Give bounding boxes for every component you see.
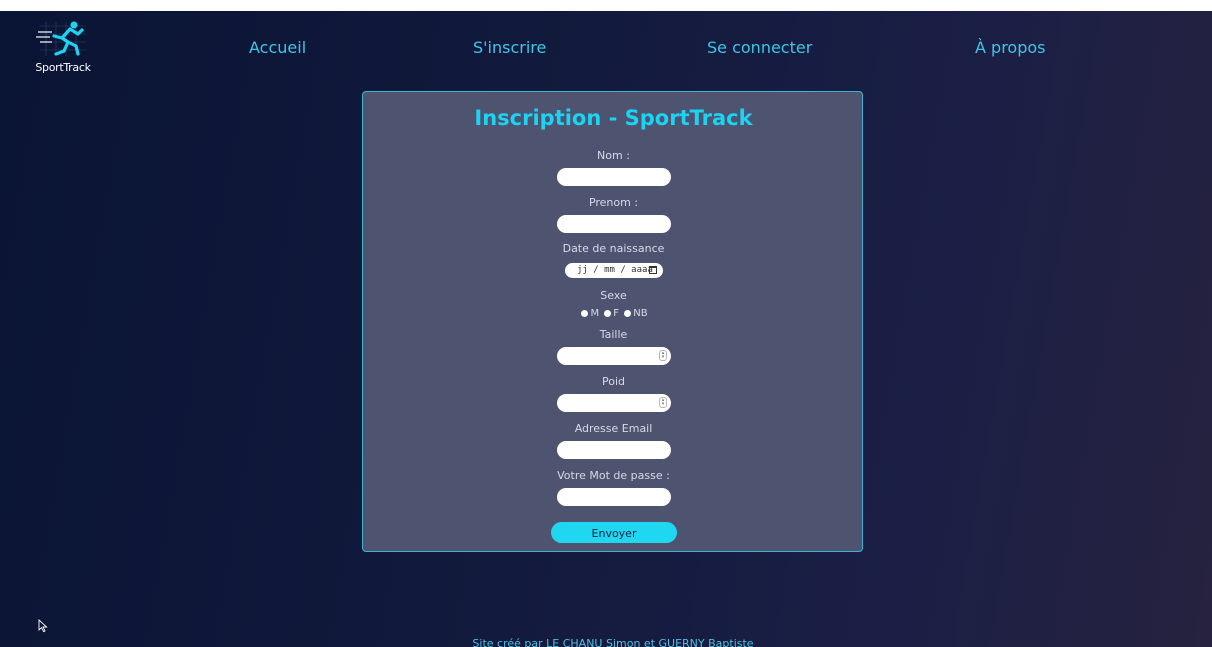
- naissance-label: Date de naissance: [562, 242, 665, 255]
- nom-label: Nom :: [597, 149, 630, 162]
- prenom-input[interactable]: [557, 215, 671, 233]
- poid-spinner[interactable]: ▴ ▾: [659, 397, 667, 408]
- nav-a-propos[interactable]: À propos: [975, 38, 1045, 57]
- sexe-radio-nb[interactable]: NB: [622, 308, 648, 319]
- sexe-option-f: F: [613, 308, 620, 319]
- radio-dot-f[interactable]: [604, 309, 612, 317]
- sexe-radio-group: M F NB: [363, 308, 864, 320]
- email-label: Adresse Email: [574, 422, 653, 435]
- mouse-pointer-icon: [38, 619, 48, 633]
- envoyer-button[interactable]: Envoyer: [551, 522, 677, 543]
- poid-label: Poid: [601, 375, 625, 388]
- sexe-option-m: M: [590, 308, 600, 319]
- birthdate-input[interactable]: jj / mm / aaaa: [565, 263, 663, 278]
- radio-dot-m[interactable]: [581, 309, 589, 317]
- top-strip: [0, 0, 1212, 11]
- logo-text: SportTrack: [35, 61, 91, 74]
- taille-spinner[interactable]: ▴ ▾: [659, 350, 667, 361]
- footer-credit: Site créé par LE CHANU Simon et GUERNY B…: [472, 637, 754, 647]
- site-logo[interactable]: SportTrack: [26, 18, 100, 78]
- sexe-option-nb: NB: [633, 308, 648, 319]
- sexe-radio-m[interactable]: M: [579, 308, 599, 319]
- password-label: Votre Mot de passe :: [557, 469, 670, 482]
- nav-se-connecter[interactable]: Se connecter: [707, 38, 812, 57]
- form-title: Inscription - SportTrack: [474, 106, 753, 130]
- password-input[interactable]: [557, 488, 671, 506]
- nom-input[interactable]: [557, 168, 671, 186]
- taille-label: Taille: [599, 328, 628, 341]
- email-input[interactable]: [557, 441, 671, 459]
- prenom-label: Prenom :: [588, 196, 639, 209]
- nav-inscrire[interactable]: S'inscrire: [473, 38, 546, 57]
- nav-accueil[interactable]: Accueil: [249, 38, 306, 57]
- birthdate-placeholder: jj / mm / aaaa: [577, 265, 653, 275]
- taille-input[interactable]: ▴ ▾: [557, 347, 671, 365]
- runner-icon: [36, 21, 86, 56]
- registration-form: Inscription - SportTrack Nom : Prenom : …: [362, 91, 863, 552]
- poid-input[interactable]: ▴ ▾: [557, 394, 671, 412]
- radio-dot-nb[interactable]: [624, 309, 632, 317]
- sexe-label: Sexe: [600, 289, 627, 302]
- sexe-radio-f[interactable]: F: [602, 308, 619, 319]
- calendar-icon[interactable]: [649, 266, 657, 274]
